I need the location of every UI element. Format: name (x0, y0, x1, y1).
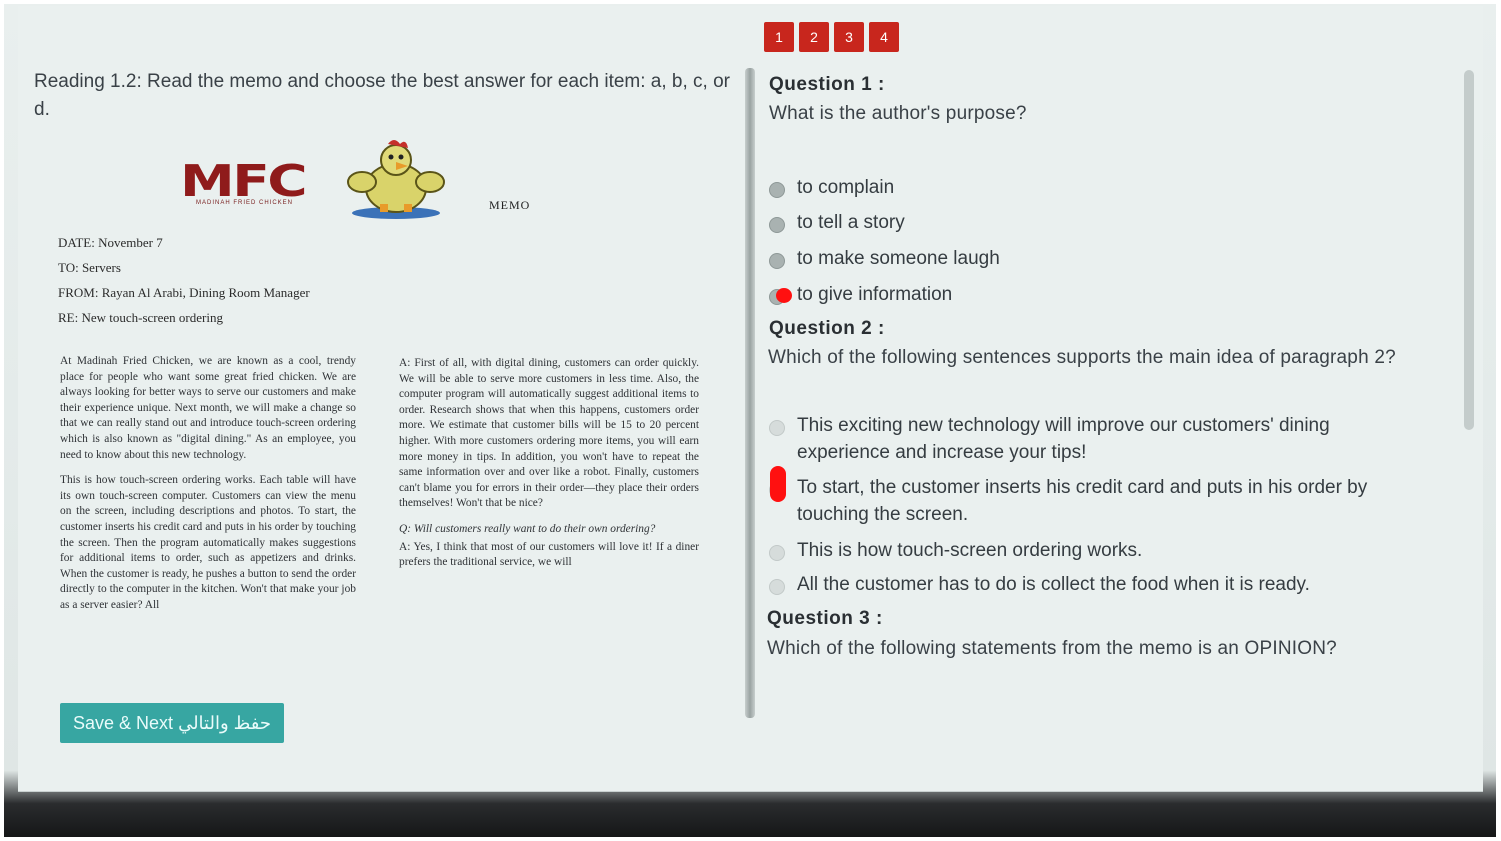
save-next-button[interactable]: Save & Next حفظ والتالي (60, 703, 284, 743)
q2-option-4[interactable]: All the customer has to do is collect th… (769, 574, 1310, 598)
q1-option-1-radio[interactable] (769, 182, 785, 198)
q2-option-3[interactable]: This is how touch-screen ordering works. (769, 540, 1142, 564)
question-1-text: What is the author's purpose? (769, 103, 1027, 124)
memo-to: TO: Servers (58, 260, 121, 275)
memo-column-1: At Madinah Fried Chicken, we are known a… (60, 354, 356, 690)
q1-option-2-label: to tell a story (797, 212, 905, 233)
mfc-logo-subtext: MADINAH FRIED CHICKEN (196, 200, 294, 206)
reading-instruction: Reading 1.2: Read the memo and choose th… (34, 71, 731, 120)
page-3-button[interactable]: 3 (834, 22, 864, 52)
memo-column-2: A: First of all, with digital dining, cu… (399, 356, 699, 686)
q1-red-mark (776, 288, 792, 303)
memo-from: FROM: Rayan Al Arabi, Dining Room Manage… (58, 285, 310, 300)
chicken-mascot-icon (344, 138, 448, 225)
question-1-title: Question 1 : (769, 74, 885, 95)
question-3-title: Question 3 : (767, 608, 883, 629)
q1-option-3-label: to make someone laugh (797, 248, 1000, 269)
reading-quiz-page: 1 2 3 4 Reading 1.2: Read the memo and c… (18, 6, 1483, 792)
q2-option-1-radio[interactable] (769, 420, 785, 436)
q1-option-2[interactable]: to tell a story (769, 212, 905, 236)
memo-re: RE: New touch-screen ordering (58, 310, 223, 325)
memo-paragraph-1: At Madinah Fried Chicken, we are known a… (60, 355, 356, 461)
panel-divider[interactable] (745, 68, 755, 718)
question-3-text: Which of the following statements from t… (767, 638, 1337, 659)
q2-option-1[interactable]: This exciting new technology will improv… (769, 415, 1389, 466)
memo-date: DATE: November 7 (58, 235, 163, 250)
q1-option-4-label: to give information (797, 284, 953, 305)
q1-option-1-label: to complain (797, 177, 895, 198)
memo-answer-paragraph-2: A: Yes, I think that most of our custome… (399, 540, 699, 569)
page-4-button[interactable]: 4 (869, 22, 899, 52)
q2-option-2[interactable]: To start, the customer inserts his credi… (769, 477, 1429, 528)
memo-header: DATE: November 7 TO: Servers FROM: Rayan… (58, 235, 310, 335)
q2-option-3-label: This is how touch-screen ordering works. (797, 540, 1143, 561)
memo-question: Q: Will customers really want to do thei… (399, 522, 656, 535)
q2-option-4-label: All the customer has to do is collect th… (797, 574, 1310, 595)
memo-answer-paragraph: A: First of all, with digital dining, cu… (399, 357, 699, 510)
q2-option-1-label: This exciting new technology will improv… (797, 415, 1330, 463)
q1-option-1[interactable]: to complain (769, 177, 894, 201)
q1-option-3[interactable]: to make someone laugh (769, 248, 1000, 272)
page-2-button[interactable]: 2 (799, 22, 829, 52)
question-pager: 1 2 3 4 (764, 22, 899, 52)
question-2-text: Which of the following sentences support… (768, 347, 1396, 368)
monitor-screen: 1 2 3 4 Reading 1.2: Read the memo and c… (4, 4, 1496, 837)
q2-option-3-radio[interactable] (769, 545, 785, 561)
q2-option-2-label: To start, the customer inserts his credi… (797, 477, 1368, 525)
page-1-button[interactable]: 1 (764, 22, 794, 52)
q2-red-mark (770, 466, 786, 502)
memo-label: MEMO (489, 198, 531, 212)
questions-scrollbar[interactable] (1464, 70, 1474, 430)
memo-paragraph-2: This is how touch-screen ordering works.… (60, 474, 356, 611)
q2-option-4-radio[interactable] (769, 579, 785, 595)
question-2-title: Question 2 : (769, 318, 885, 339)
q1-option-3-radio[interactable] (769, 253, 785, 269)
q1-option-4[interactable]: to give information (769, 284, 952, 308)
q1-option-2-radio[interactable] (769, 217, 785, 233)
